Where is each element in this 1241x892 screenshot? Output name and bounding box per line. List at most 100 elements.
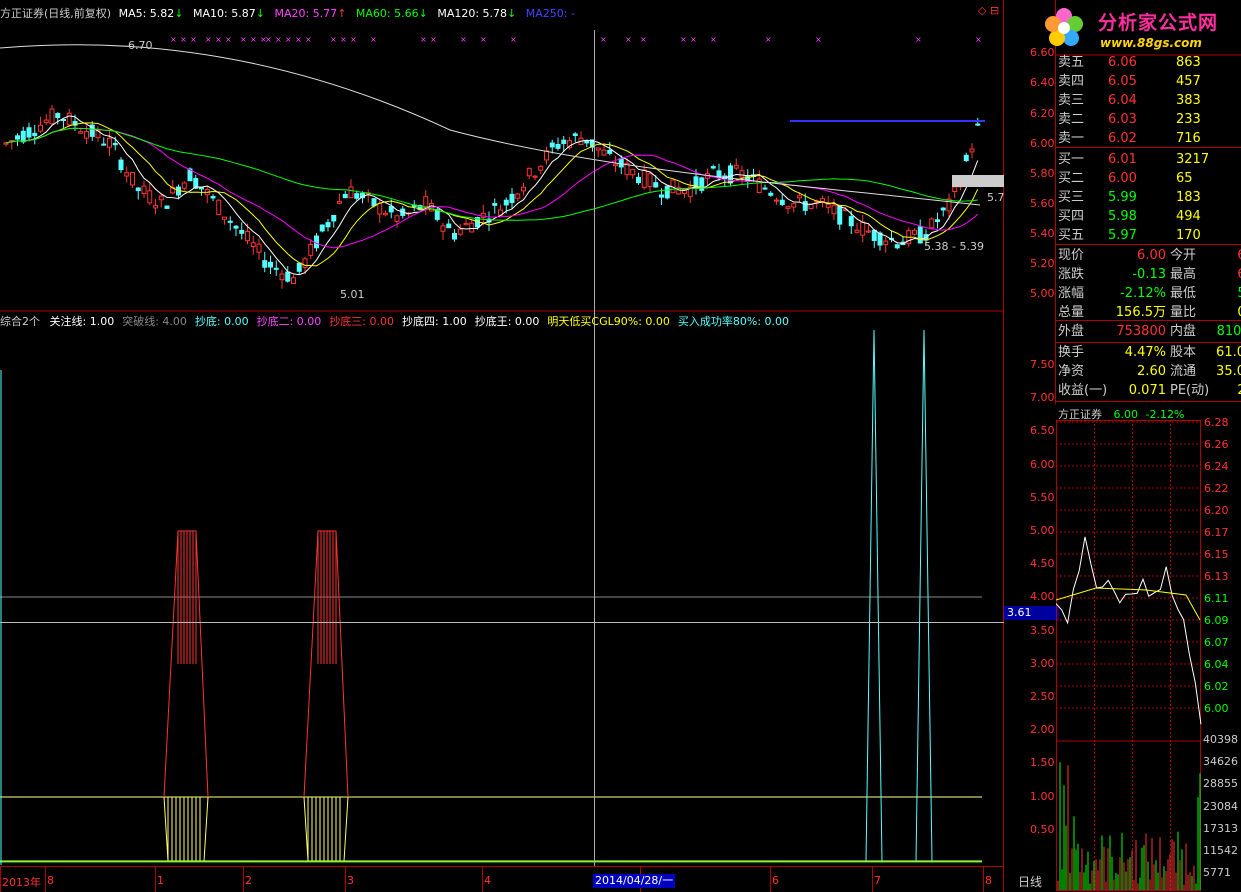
arrow-down-icon: ↓ <box>507 7 517 20</box>
candle-body <box>503 199 509 206</box>
stat-value: 156.5万 <box>1115 305 1166 320</box>
low-annotation: 5.01 <box>340 288 365 301</box>
time-axis-label: 8 <box>47 874 54 887</box>
quote-row-buy[interactable]: 买一 6.01 3217 <box>1058 150 1241 169</box>
mini-volume-label: 17313 <box>1203 821 1238 835</box>
signal-mark: × <box>340 35 347 44</box>
stat-row: 总量 156.5万量比0.9 <box>1058 303 1241 322</box>
quote-row-buy[interactable]: 买二 6.00 65 <box>1058 169 1241 188</box>
candle-body <box>147 190 153 204</box>
stat-label-2: 今开 <box>1170 248 1197 263</box>
candle-body <box>595 147 601 151</box>
candle-body <box>164 205 170 209</box>
quote-price: 5.97 <box>1108 228 1137 243</box>
candle-body <box>342 193 348 199</box>
quote-row-sell[interactable]: 卖三 6.04 383 <box>1058 91 1241 110</box>
quote-row-sell[interactable]: 卖四 6.05 457 <box>1058 72 1241 91</box>
candle-body <box>825 203 831 208</box>
mini-axis-label: 6.20 <box>1204 504 1229 517</box>
ma-header: 方正证券(日线,前复权) MA5: 5.82↓ MA10: 5.87↓ MA20… <box>0 5 575 21</box>
signal-mark: × <box>240 35 247 44</box>
intraday-price-line <box>1056 536 1202 725</box>
candle-body <box>371 198 377 207</box>
candle-body <box>917 226 923 244</box>
main-chart[interactable]: × × × × × × × × ×× × × × × × × × × × × × × × × × × × × × × × × × <box>0 0 1004 892</box>
signal-mark: × <box>710 35 717 44</box>
candle-body <box>377 202 383 215</box>
quote-row-sell[interactable]: 卖一 6.02 716 <box>1058 129 1241 148</box>
signal-mark: × <box>430 35 437 44</box>
candle-body <box>26 127 32 138</box>
quote-row-sell[interactable]: 卖五 6.06 863 <box>1058 53 1241 72</box>
quote-row-buy[interactable]: 买三 5.99 183 <box>1058 188 1241 207</box>
quote-volume: 383 <box>1176 93 1201 108</box>
stock-title: 方正证券(日线,前复权) <box>0 7 112 20</box>
time-axis-label: 8 <box>985 874 992 887</box>
candle-body <box>285 271 291 282</box>
candle-body <box>883 240 889 246</box>
stat-label: 总量 <box>1058 305 1085 320</box>
signal-mark: × <box>285 35 292 44</box>
candle-body <box>222 216 227 220</box>
signal-mark: × <box>975 35 982 44</box>
mini-axis-label: 6.22 <box>1204 482 1229 495</box>
candle-body <box>15 135 20 140</box>
stat-value-2: 0.9 <box>1198 303 1241 322</box>
stat-label-2: 量比 <box>1170 305 1197 320</box>
candle-body <box>894 244 900 249</box>
indicator-item: 突破线: 4.00 <box>122 315 187 328</box>
signal-mark: × <box>215 35 222 44</box>
signal-mark: × <box>170 35 177 44</box>
signal-mark: × <box>330 35 337 44</box>
candle-body <box>555 143 561 149</box>
quote-price: 6.01 <box>1108 152 1137 167</box>
arrow-up-icon: ↑ <box>337 7 347 20</box>
stat-value-2: 35.0亿 <box>1216 364 1241 379</box>
quote-row-buy[interactable]: 买五 5.97 170 <box>1058 226 1241 245</box>
candle-body <box>641 169 647 188</box>
quote-price: 5.99 <box>1108 190 1137 205</box>
mini-axis-label: 6.17 <box>1204 526 1229 539</box>
window-control-icons[interactable]: ◇ ⊟ <box>978 4 999 17</box>
candlestick-series <box>3 104 981 289</box>
quote-volume: 3217 <box>1176 152 1210 167</box>
stat-value-2: 5.9 <box>1198 284 1241 303</box>
candle-body <box>66 112 72 126</box>
quote-row-sell[interactable]: 卖二 6.03 233 <box>1058 110 1241 129</box>
candle-body <box>354 193 360 199</box>
quote-volume: 494 <box>1176 209 1201 224</box>
candle-body <box>664 185 670 199</box>
candle-body <box>762 187 768 190</box>
candle-body <box>561 139 567 144</box>
stat-value: 753800 <box>1116 324 1166 339</box>
stat-value-2: 6.0 <box>1198 246 1241 265</box>
candle-body <box>153 205 158 209</box>
candle-body <box>797 195 802 199</box>
indicator-header: 综合2个 关注线: 1.00 突破线: 4.00 抄底: 0.00 抄底二: 0.00… <box>0 313 797 329</box>
stat-label-2: 股本 <box>1170 345 1197 360</box>
candle-body <box>469 222 475 233</box>
quote-label: 买三 <box>1058 190 1085 205</box>
candle-body <box>659 194 664 198</box>
quote-row-buy[interactable]: 买四 5.98 494 <box>1058 207 1241 226</box>
candle-body <box>544 150 549 161</box>
quote-label: 卖五 <box>1058 55 1085 70</box>
time-axis-label: 2013年 <box>2 876 41 889</box>
candle-body <box>245 230 250 242</box>
candle-body <box>618 158 624 168</box>
candle-body <box>337 201 342 204</box>
candle-body <box>509 193 515 203</box>
candle-body <box>118 159 124 171</box>
signal-mark: × <box>765 35 772 44</box>
stat-row: 外盘 753800 内盘 81071 <box>1058 322 1241 341</box>
candle-body <box>837 206 843 225</box>
candle-body <box>20 130 26 143</box>
mini-volume-label: 11542 <box>1203 844 1238 857</box>
candle-body <box>319 224 325 232</box>
stat-row: 换手 4.47% 股本 61.0亿 <box>1058 343 1241 362</box>
candle-body <box>239 229 245 234</box>
signal-mark: × <box>295 35 302 44</box>
stat-value: 6.00 <box>1137 248 1166 263</box>
candle-body <box>739 170 745 178</box>
mini-axis-label: 6.02 <box>1204 680 1229 693</box>
